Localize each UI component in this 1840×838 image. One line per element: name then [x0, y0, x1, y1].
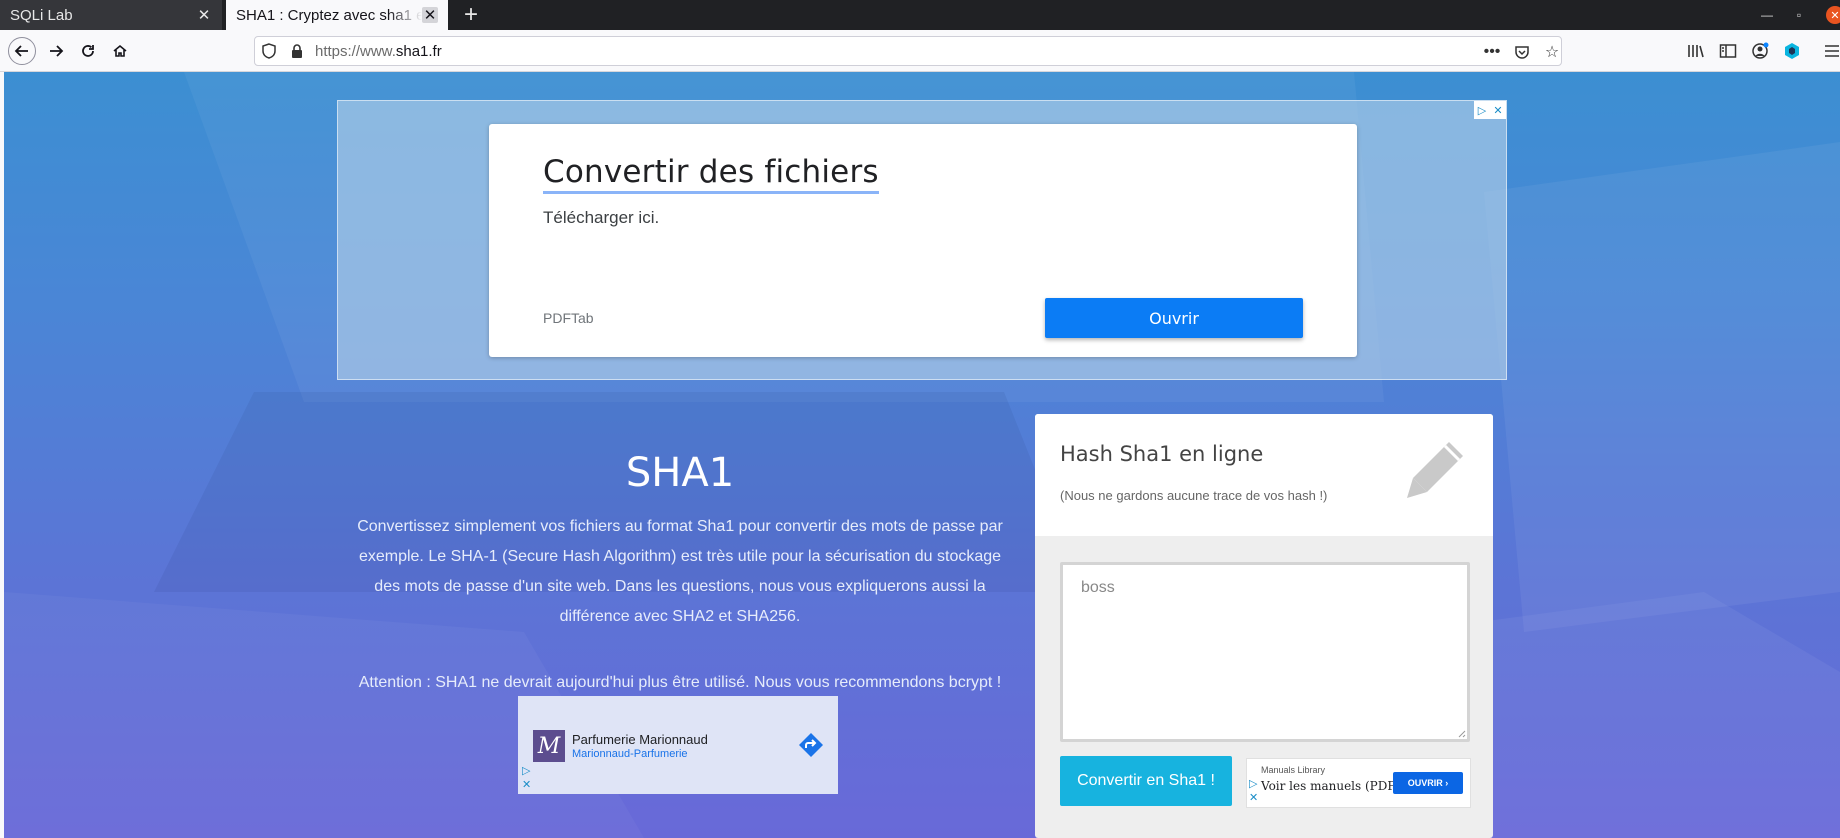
- page-description: Convertissez simplement vos fichiers au …: [357, 518, 1003, 625]
- home-icon[interactable]: [106, 37, 134, 65]
- new-tab-button[interactable]: +: [458, 0, 484, 30]
- more-icon[interactable]: •••: [1481, 41, 1503, 63]
- ad-subtext: Télécharger ici.: [543, 208, 660, 227]
- ad-banner-mini[interactable]: Manuals Library Voir les manuels (PDF) O…: [1246, 758, 1471, 808]
- tab-sha1[interactable]: SHA1 : Cryptez avec sha1 en ✕: [226, 0, 448, 30]
- hash-panel-note: (Nous ne gardons aucune trace de vos has…: [1060, 488, 1328, 503]
- ad-card[interactable]: Convertir des fichiers Télécharger ici. …: [489, 124, 1357, 357]
- url-prefix: https://www.: [315, 43, 396, 60]
- close-ad-icon[interactable]: ✕: [1490, 101, 1506, 119]
- url-text[interactable]: https://www.sha1.fr: [315, 43, 442, 60]
- page-title: SHA1: [625, 450, 735, 496]
- hash-input[interactable]: boss: [1060, 562, 1470, 742]
- hash-panel: Hash Sha1 en ligne (Nous ne gardons aucu…: [1035, 414, 1493, 838]
- ad-banner-small[interactable]: M Parfumerie Marionnaud Marionnaud-Parfu…: [518, 696, 838, 794]
- navigation-bar: https://www.sha1.fr ••• ☆: [0, 30, 1840, 72]
- tab-title: SQLi Lab: [10, 6, 73, 24]
- bookmark-star-icon[interactable]: ☆: [1541, 41, 1563, 63]
- ad-brand: PDFTab: [543, 310, 594, 326]
- close-icon[interactable]: ✕: [196, 7, 212, 23]
- url-bar[interactable]: https://www.sha1.fr ••• ☆: [254, 36, 1562, 66]
- arrow-left-icon[interactable]: [8, 37, 36, 65]
- close-icon[interactable]: ✕: [422, 7, 438, 23]
- arrow-right-icon[interactable]: [42, 37, 70, 65]
- directions-icon[interactable]: [798, 732, 824, 758]
- ad-url[interactable]: Marionnaud-Parfumerie: [572, 748, 688, 760]
- hamburger-menu-icon[interactable]: [1822, 41, 1840, 61]
- lock-icon[interactable]: [289, 43, 305, 59]
- tracking-shield-icon[interactable]: [261, 43, 277, 59]
- convert-button[interactable]: Convertir en Sha1 !: [1060, 756, 1232, 806]
- ad-logo: M: [533, 730, 565, 762]
- adchoices-icon[interactable]: ▷: [1474, 101, 1490, 119]
- hash-panel-header: Hash Sha1 en ligne (Nous ne gardons aucu…: [1035, 414, 1493, 536]
- ad-mini-text[interactable]: Voir les manuels (PDF): [1261, 779, 1400, 793]
- reload-icon[interactable]: [74, 37, 102, 65]
- pencil-icon: [1407, 442, 1463, 498]
- ad-mini-brand: Manuals Library: [1261, 765, 1326, 775]
- web-page: ▷ ✕ Convertir des fichiers Télécharger i…: [4, 72, 1840, 838]
- adchoices-icon[interactable]: ▷ ✕: [1249, 777, 1258, 805]
- tab-bar: SQLi Lab ✕ SHA1 : Cryptez avec sha1 en ✕…: [0, 0, 1840, 30]
- ad-banner-top[interactable]: ▷ ✕ Convertir des fichiers Télécharger i…: [337, 100, 1507, 380]
- window-close-icon[interactable]: ✕: [1826, 6, 1840, 24]
- warning-text: Attention : SHA1 ne devrait aujourd'hui …: [358, 674, 1002, 691]
- tab-title: SHA1 : Cryptez avec sha1 en: [236, 6, 422, 24]
- extension-icon[interactable]: [1782, 41, 1802, 61]
- url-domain: sha1.fr: [395, 43, 442, 60]
- adchoices-icon[interactable]: ▷ ✕: [522, 764, 531, 792]
- hash-panel-title: Hash Sha1 en ligne: [1060, 442, 1264, 466]
- pocket-icon[interactable]: [1511, 41, 1533, 63]
- ad-mini-button[interactable]: OUVRIR ›: [1393, 772, 1463, 794]
- tab-sqli-lab[interactable]: SQLi Lab ✕: [0, 0, 222, 30]
- ad-headline[interactable]: Convertir des fichiers: [543, 154, 879, 194]
- minimize-icon[interactable]: —: [1758, 6, 1776, 24]
- ad-open-button[interactable]: Ouvrir: [1045, 298, 1303, 338]
- ad-mini-button-label: OUVRIR: [1407, 778, 1443, 788]
- ad-advertiser-name[interactable]: Parfumerie Marionnaud: [572, 732, 708, 747]
- resize-handle-icon[interactable]: [1456, 728, 1466, 738]
- maximize-icon[interactable]: ▫: [1790, 6, 1808, 24]
- account-icon[interactable]: [1750, 41, 1770, 61]
- sidebar-icon[interactable]: [1718, 41, 1738, 61]
- library-icon[interactable]: [1686, 41, 1706, 61]
- adchoices[interactable]: ▷ ✕: [1474, 101, 1506, 119]
